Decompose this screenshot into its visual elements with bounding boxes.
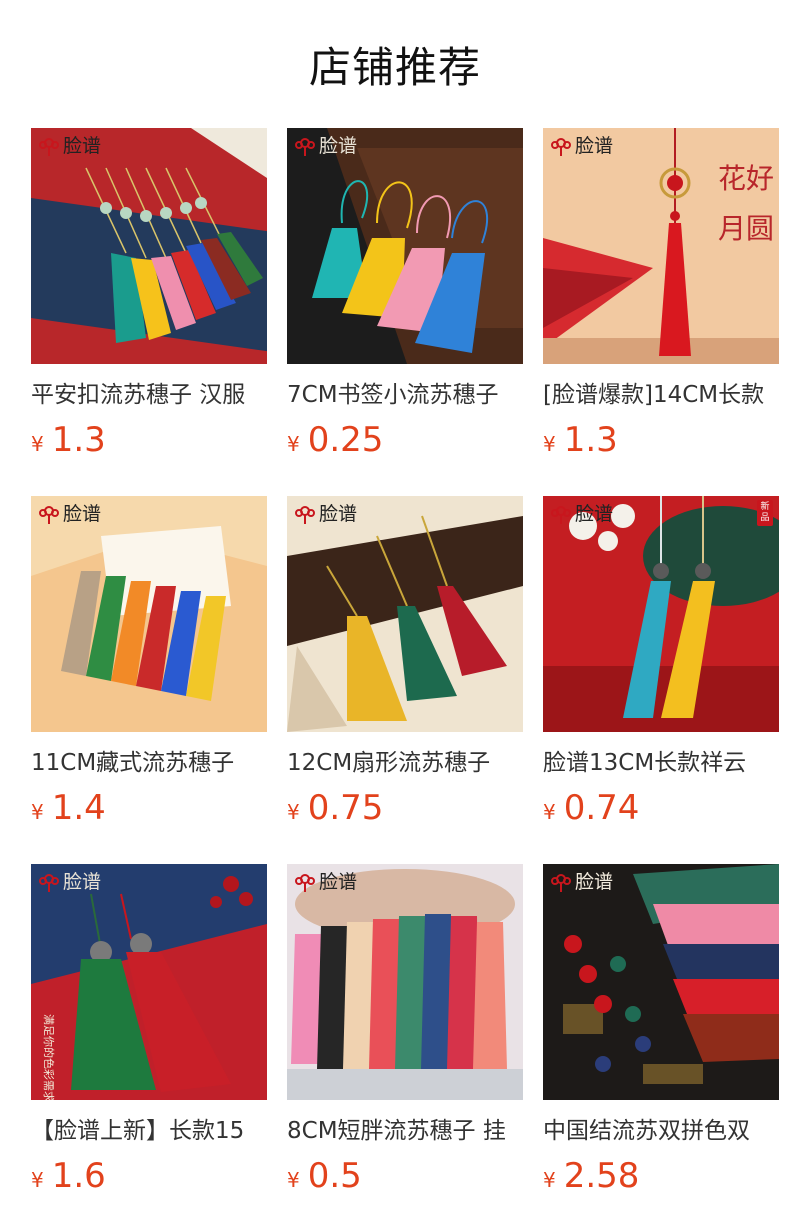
product-card[interactable]: 满足你的色彩需求 多种颜色 脸谱 【脸谱上新】长款15 ¥ 1.6 [31, 864, 267, 1204]
product-card[interactable]: 脸谱 7CM书签小流苏穗子 ¥ 0.25 [287, 128, 523, 468]
brand-logo: 脸谱 [549, 132, 613, 160]
currency-symbol: ¥ [287, 800, 300, 824]
brand-name: 脸谱 [63, 135, 102, 157]
product-card[interactable]: 脸谱 新品 脸谱13CM长款祥云 ¥ 0.74 [543, 496, 779, 836]
chinese-knot-icon [551, 138, 571, 156]
product-name[interactable]: 7CM书签小流苏穗子 [287, 380, 523, 410]
currency-symbol: ¥ [543, 1168, 556, 1192]
product-image[interactable]: 花好 月圆 脸谱 [543, 128, 779, 364]
price-amount: 1.3 [563, 420, 618, 460]
currency-symbol: ¥ [31, 1168, 44, 1192]
chinese-knot-icon [39, 506, 59, 524]
tassel-photo [31, 128, 267, 364]
brand-name: 脸谱 [319, 135, 358, 157]
brand-name: 脸谱 [575, 135, 614, 157]
chinese-knot-icon [39, 874, 59, 892]
product-card[interactable]: 花好 月圆 脸谱 [脸谱爆款]14CM长款 ¥ 1.3 [543, 128, 779, 468]
brand-logo: 脸谱 [549, 500, 613, 528]
brand-name: 脸谱 [319, 503, 358, 525]
chinese-knot-icon [295, 138, 315, 156]
product-card[interactable]: 脸谱 12CM扇形流苏穗子 ¥ 0.75 [287, 496, 523, 836]
product-name[interactable]: 平安扣流苏穗子 汉服 [31, 380, 267, 410]
brand-logo: 脸谱 [293, 500, 357, 528]
product-price: ¥ 0.74 [543, 788, 779, 832]
product-price: ¥ 1.4 [31, 788, 267, 832]
currency-symbol: ¥ [287, 432, 300, 456]
product-name[interactable]: 12CM扇形流苏穗子 [287, 748, 523, 778]
product-image[interactable]: 脸谱 [31, 128, 267, 364]
price-amount: 0.74 [563, 788, 640, 828]
brand-logo: 脸谱 [37, 868, 101, 896]
currency-symbol: ¥ [287, 1168, 300, 1192]
tassel-photo [287, 864, 523, 1100]
tassel-photo [543, 496, 779, 732]
currency-symbol: ¥ [543, 432, 556, 456]
price-amount: 0.25 [307, 420, 384, 460]
chinese-knot-icon [551, 506, 571, 524]
chinese-knot-icon [39, 138, 59, 156]
brand-name: 脸谱 [63, 503, 102, 525]
currency-symbol: ¥ [31, 800, 44, 824]
product-image[interactable]: 脸谱 [287, 864, 523, 1100]
new-badge: 新品 [757, 500, 773, 526]
tassel-photo: 满足你的色彩需求 多种颜色 [31, 864, 267, 1100]
product-image[interactable]: 脸谱 [543, 864, 779, 1100]
price-amount: 1.6 [51, 1156, 106, 1196]
page-title: 店铺推荐 [308, 42, 481, 92]
brand-logo: 脸谱 [293, 868, 357, 896]
product-card[interactable]: 脸谱 平安扣流苏穗子 汉服 ¥ 1.3 [31, 128, 267, 468]
product-card[interactable]: 脸谱 中国结流苏双拼色双 ¥ 2.58 [543, 864, 779, 1204]
product-price: ¥ 0.5 [287, 1156, 523, 1200]
brand-logo: 脸谱 [37, 132, 101, 160]
tassel-photo [543, 864, 779, 1100]
product-price: ¥ 2.58 [543, 1156, 779, 1200]
price-amount: 0.5 [307, 1156, 362, 1196]
product-price: ¥ 1.3 [31, 420, 267, 464]
brand-name: 脸谱 [575, 871, 614, 893]
tassel-photo: 花好 月圆 [543, 128, 779, 364]
price-amount: 0.75 [307, 788, 384, 828]
price-amount: 1.4 [51, 788, 106, 828]
product-image[interactable]: 脸谱 [287, 128, 523, 364]
currency-symbol: ¥ [31, 432, 44, 456]
product-image[interactable]: 脸谱 [287, 496, 523, 732]
tassel-photo [287, 496, 523, 732]
product-image[interactable]: 满足你的色彩需求 多种颜色 脸谱 [31, 864, 267, 1100]
brand-name: 脸谱 [319, 871, 358, 893]
product-name[interactable]: 8CM短胖流苏穗子 挂 [287, 1116, 523, 1146]
brand-logo: 脸谱 [37, 500, 101, 528]
product-card[interactable]: 脸谱 8CM短胖流苏穗子 挂 ¥ 0.5 [287, 864, 523, 1204]
tassel-photo [31, 496, 267, 732]
product-name[interactable]: [脸谱爆款]14CM长款 [543, 380, 779, 410]
product-price: ¥ 0.25 [287, 420, 523, 464]
tassel-photo [287, 128, 523, 364]
brand-logo: 脸谱 [549, 868, 613, 896]
product-image[interactable]: 脸谱 [31, 496, 267, 732]
price-amount: 2.58 [563, 1156, 640, 1196]
product-image[interactable]: 脸谱 新品 [543, 496, 779, 732]
overlay-text: 满足你的色彩需求 多种颜色 [42, 1014, 56, 1100]
product-name[interactable]: 中国结流苏双拼色双 [543, 1116, 779, 1146]
price-amount: 1.3 [51, 420, 106, 460]
brand-name: 脸谱 [575, 503, 614, 525]
svg-text:花好: 花好 [718, 162, 774, 195]
product-price: ¥ 1.3 [543, 420, 779, 464]
brand-name: 脸谱 [63, 871, 102, 893]
product-name[interactable]: 11CM藏式流苏穗子 [31, 748, 267, 778]
svg-text:月圆: 月圆 [718, 212, 774, 245]
product-name[interactable]: 【脸谱上新】长款15 [31, 1116, 267, 1146]
chinese-knot-icon [295, 874, 315, 892]
currency-symbol: ¥ [543, 800, 556, 824]
chinese-knot-icon [551, 874, 571, 892]
chinese-knot-icon [295, 506, 315, 524]
product-name[interactable]: 脸谱13CM长款祥云 [543, 748, 779, 778]
brand-logo: 脸谱 [293, 132, 357, 160]
product-price: ¥ 0.75 [287, 788, 523, 832]
product-card[interactable]: 脸谱 11CM藏式流苏穗子 ¥ 1.4 [31, 496, 267, 836]
product-price: ¥ 1.6 [31, 1156, 267, 1200]
